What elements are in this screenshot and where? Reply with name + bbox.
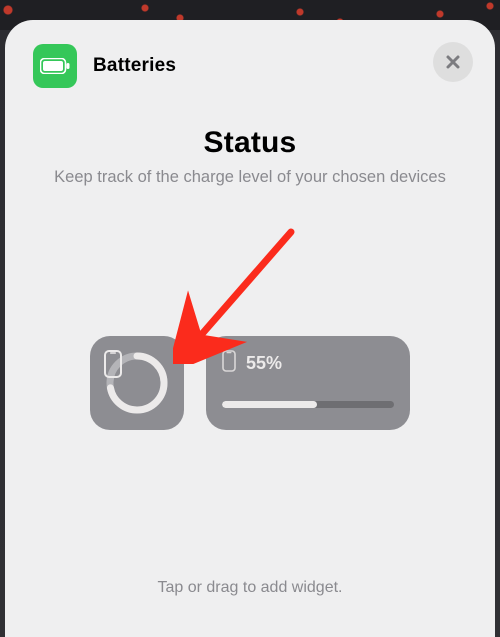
- app-name-label: Batteries: [93, 55, 176, 77]
- sheet-header: Batteries: [5, 20, 495, 88]
- add-widget-hint: Tap or drag to add widget.: [5, 579, 495, 597]
- widget-option-wide-bar[interactable]: 55%: [206, 336, 410, 430]
- phone-icon: [222, 350, 236, 377]
- battery-percent-label: 55%: [246, 353, 282, 374]
- add-widget-sheet: Batteries Status Keep track of the charg…: [5, 20, 495, 637]
- battery-full-icon: [40, 58, 70, 74]
- title-block: Status Keep track of the charge level of…: [5, 126, 495, 188]
- page-subtitle: Keep track of the charge level of your c…: [45, 166, 455, 188]
- close-icon: [445, 54, 461, 70]
- wide-widget-header: 55%: [222, 350, 394, 377]
- close-button[interactable]: [433, 42, 473, 82]
- batteries-app-icon: [33, 44, 77, 88]
- phone-icon: [104, 350, 170, 416]
- widget-option-small-ring[interactable]: [90, 336, 184, 430]
- battery-ring-gauge: [104, 350, 170, 416]
- widget-options-row: 55%: [5, 336, 495, 430]
- page-title: Status: [45, 126, 455, 160]
- battery-progress-bar: [222, 401, 394, 408]
- battery-progress-fill: [222, 401, 317, 408]
